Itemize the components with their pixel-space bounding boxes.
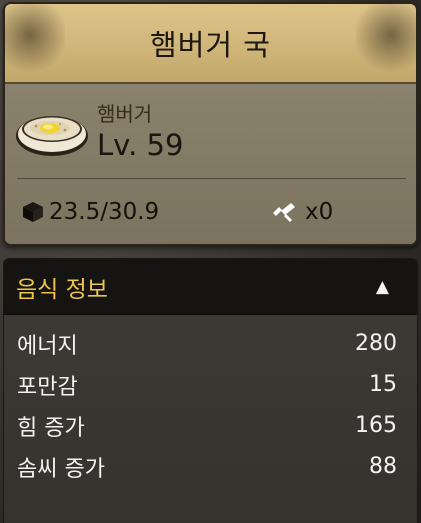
stat-row-satiety: 포만감 15 xyxy=(4,364,417,405)
stat-label: 힘 증가 xyxy=(17,415,85,441)
collapse-arrow-icon[interactable]: ▲ xyxy=(376,277,389,297)
craft-count: x0 xyxy=(271,199,333,225)
weight-value: 23.5/30.9 xyxy=(49,199,160,225)
item-level: Lv. 59 xyxy=(97,128,184,162)
item-title: 햄버거 국 xyxy=(150,28,271,62)
stat-row-skill: 솜씨 증가 88 xyxy=(4,446,417,487)
title-grunge-left xyxy=(5,4,65,82)
food-info-panel: 음식 정보 ▲ 에너지 280 포만감 15 힘 증가 165 솜씨 증가 88 xyxy=(3,258,418,523)
cube-icon xyxy=(23,202,43,222)
item-weight: 23.5/30.9 xyxy=(21,199,159,225)
stat-row-strength: 힘 증가 165 xyxy=(4,405,417,446)
item-details: 햄버거 Lv. 59 23.5/30.9 x0 xyxy=(5,84,416,244)
stat-row-energy: 에너지 280 xyxy=(4,323,417,364)
stat-value: 280 xyxy=(355,331,397,356)
stat-value: 88 xyxy=(369,454,397,479)
title-grunge-right xyxy=(356,4,416,82)
stat-label: 솜씨 증가 xyxy=(17,456,105,482)
stat-value: 165 xyxy=(355,413,397,438)
food-info-header[interactable]: 음식 정보 ▲ xyxy=(4,259,417,315)
soup-bowl-icon xyxy=(16,116,88,156)
stat-label: 포만감 xyxy=(17,374,78,400)
item-card: 햄버거 국 햄버거 Lv. 59 23.5/30.9 x0 xyxy=(3,2,418,246)
item-title-bar: 햄버거 국 xyxy=(5,4,416,84)
item-tooltip: 햄버거 국 햄버거 Lv. 59 23.5/30.9 x0 음식 정보 ▲ 에너… xyxy=(0,0,421,523)
food-info-title: 음식 정보 xyxy=(16,277,108,303)
stat-label: 에너지 xyxy=(17,333,78,359)
craft-count-value: x0 xyxy=(305,199,334,225)
stat-value: 15 xyxy=(369,372,397,397)
hammer-icon xyxy=(273,203,295,223)
stat-list: 에너지 280 포만감 15 힘 증가 165 솜씨 증가 88 xyxy=(4,315,417,487)
item-name: 햄버거 xyxy=(97,102,153,126)
card-divider xyxy=(17,178,406,179)
